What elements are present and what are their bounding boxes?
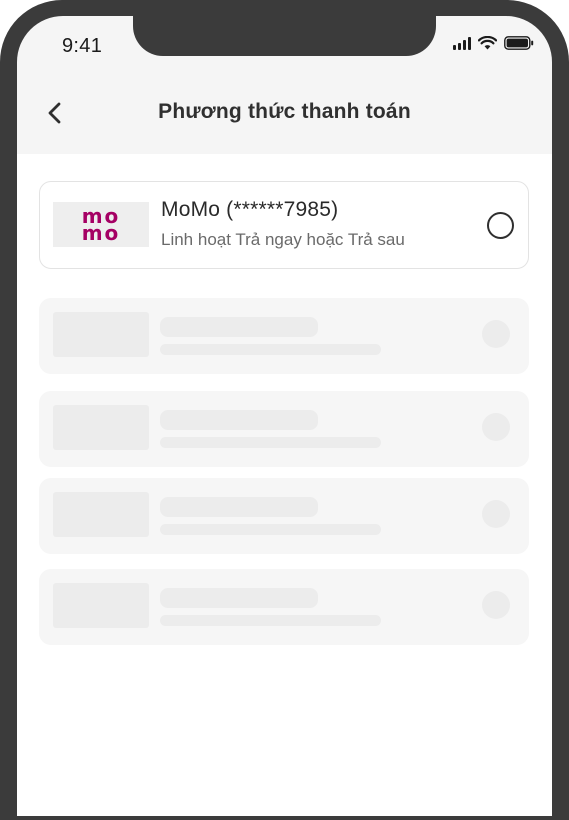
- status-icons: [453, 36, 534, 50]
- placeholder-image: [53, 583, 149, 628]
- placeholder-image: [53, 312, 149, 357]
- phone-screen: 9:41 Phương thức thanh toán mo mo MoMo (…: [17, 16, 552, 816]
- payment-method-name: MoMo (******7985): [161, 198, 339, 221]
- app-header: Phương thức thanh toán: [17, 78, 552, 154]
- placeholder-radio: [482, 320, 510, 348]
- momo-logo-text-bottom: mo: [81, 220, 121, 245]
- placeholder-line: [160, 615, 381, 626]
- placeholder-line: [160, 437, 381, 448]
- signal-icon: [453, 36, 471, 50]
- status-time: 9:41: [62, 35, 103, 57]
- loading-placeholder-card: [39, 478, 529, 554]
- placeholder-line: [160, 497, 318, 517]
- payment-method-description: Linh hoạt Trả ngay hoặc Trả sau: [161, 230, 405, 249]
- loading-placeholder-card: [39, 391, 529, 467]
- wifi-icon: [478, 36, 497, 50]
- placeholder-radio: [482, 500, 510, 528]
- placeholder-radio: [482, 413, 510, 441]
- page-title: Phương thức thanh toán: [158, 100, 411, 123]
- loading-placeholder-card: [39, 569, 529, 645]
- payment-method-momo[interactable]: mo mo MoMo (******7985) Linh hoạt Trả ng…: [39, 181, 529, 269]
- phone-notch: [133, 16, 436, 56]
- placeholder-line: [160, 588, 318, 608]
- placeholder-image: [53, 405, 149, 450]
- loading-placeholder-card: [39, 298, 529, 374]
- screenshot-frame: 9:41 Phương thức thanh toán mo mo MoMo (…: [0, 0, 569, 820]
- placeholder-radio: [482, 591, 510, 619]
- momo-logo: mo mo: [53, 202, 149, 247]
- placeholder-image: [53, 492, 149, 537]
- phone-frame: 9:41 Phương thức thanh toán mo mo MoMo (…: [0, 0, 569, 820]
- placeholder-line: [160, 344, 381, 355]
- placeholder-line: [160, 410, 318, 430]
- radio-button[interactable]: [487, 212, 514, 239]
- battery-icon: [504, 36, 534, 50]
- placeholder-line: [160, 317, 318, 337]
- payment-method-list: mo mo MoMo (******7985) Linh hoạt Trả ng…: [17, 154, 552, 816]
- placeholder-line: [160, 524, 381, 535]
